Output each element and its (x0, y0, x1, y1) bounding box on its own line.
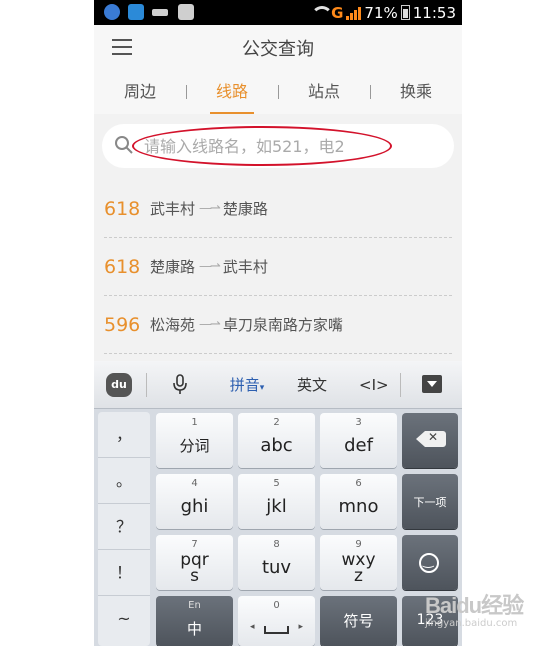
tab-stations[interactable]: 站点 (278, 70, 370, 114)
numbers-button[interactable]: 123 (402, 596, 458, 646)
route-number: 596 (104, 313, 141, 336)
smiley-icon (419, 553, 439, 573)
camera-notification-icon (178, 4, 194, 20)
tab-transfer[interactable]: 换乘 (370, 70, 462, 114)
key-3[interactable]: 3 def (320, 413, 397, 468)
keyboard-toolbar: du 拼音▾ 英文 <I> (94, 361, 462, 409)
route-start: 楚康路 (150, 258, 196, 276)
route-start: 松海苑 (150, 316, 196, 334)
key-6[interactable]: 6 mno (320, 474, 397, 529)
route-end: 卓刀泉南路方家嘴 (222, 316, 343, 334)
route-number: 618 (104, 197, 141, 220)
list-item[interactable]: 596 松海苑 —⇀ 卓刀泉南路方家嘴 (104, 296, 452, 354)
key-5[interactable]: 5 jkl (238, 474, 315, 529)
key-4[interactable]: 4 ghi (156, 474, 233, 529)
arrow-icon: —⇀ (199, 201, 221, 216)
search-box[interactable] (102, 124, 454, 168)
pinyin-mode-button[interactable]: 拼音▾ (224, 361, 270, 409)
list-item[interactable]: 618 武丰村 —⇀ 楚康路 (104, 180, 452, 238)
right-arrow-icon: ▸ (298, 622, 303, 632)
symbol-key[interactable]: ？ (98, 504, 150, 550)
route-start: 武丰村 (150, 200, 196, 218)
signal-icon (346, 6, 362, 20)
language-switch-button[interactable]: En 中 (156, 596, 233, 646)
key-7[interactable]: 7 pqr s (156, 535, 233, 590)
cursor-move-icon[interactable]: <I> (359, 361, 389, 409)
keyboard-notification-icon (152, 9, 168, 16)
microphone-icon[interactable] (172, 361, 188, 409)
status-indicators: G 71% 11:53 (310, 2, 456, 23)
phone-screen: G 71% 11:53 公交查询 周边 线路 站点 换乘 618 武丰村 —⇀ (94, 0, 462, 646)
search-icon (115, 136, 133, 154)
list-item[interactable]: 618 楚康路 —⇀ 武丰村 (104, 238, 452, 296)
route-number: 618 (104, 255, 141, 278)
next-button[interactable]: 下一项 (402, 474, 458, 529)
key-2[interactable]: 2 abc (238, 413, 315, 468)
search-input[interactable] (144, 132, 444, 160)
space-icon (264, 626, 289, 634)
status-bar: G 71% 11:53 (94, 0, 462, 25)
hide-keyboard-icon[interactable] (422, 375, 442, 393)
space-key[interactable]: 0 ◂ ▸ (238, 596, 315, 646)
route-end: 武丰村 (222, 258, 268, 276)
key-9[interactable]: 9 wxy z (320, 535, 397, 590)
wifi-icon (310, 5, 334, 20)
delete-button[interactable] (402, 413, 458, 468)
route-end: 楚康路 (222, 200, 268, 218)
emoji-button[interactable] (402, 535, 458, 590)
page-title: 公交查询 (242, 39, 314, 60)
key-1[interactable]: 1 分词 (156, 413, 233, 468)
notification-app-icon (104, 4, 120, 20)
route-list: 618 武丰村 —⇀ 楚康路 618 楚康路 —⇀ 武丰村 596 松海苑 —⇀… (94, 180, 462, 354)
app-header: 公交查询 (94, 25, 462, 70)
battery-icon (400, 5, 410, 20)
symbol-key[interactable]: ~ (98, 596, 150, 642)
left-arrow-icon: ◂ (250, 622, 255, 632)
backspace-icon (416, 431, 446, 447)
symbol-key[interactable]: ！ (98, 550, 150, 596)
notification-app-icon (128, 4, 144, 20)
soft-keyboard: du 拼音▾ 英文 <I> ， 。 ？ ！ ~ 1 分词 2 abc 3 def… (94, 361, 462, 646)
symbol-column: ， 。 ？ ！ ~ (98, 412, 150, 646)
clock: 11:53 (412, 3, 456, 22)
symbol-key[interactable]: ， (98, 412, 150, 458)
key-8[interactable]: 8 tuv (238, 535, 315, 590)
battery-percent: 71% (364, 3, 398, 22)
tab-nearby[interactable]: 周边 (94, 70, 186, 114)
ime-logo-icon[interactable]: du (106, 373, 132, 397)
tab-bar: 周边 线路 站点 换乘 (94, 70, 462, 114)
symbol-button[interactable]: 符号 (320, 596, 397, 646)
english-mode-button[interactable]: 英文 (292, 361, 332, 409)
tab-routes[interactable]: 线路 (186, 70, 278, 114)
arrow-icon: —⇀ (199, 317, 221, 332)
arrow-icon: —⇀ (199, 259, 221, 274)
network-type: G (331, 3, 344, 22)
symbol-key[interactable]: 。 (98, 458, 150, 504)
